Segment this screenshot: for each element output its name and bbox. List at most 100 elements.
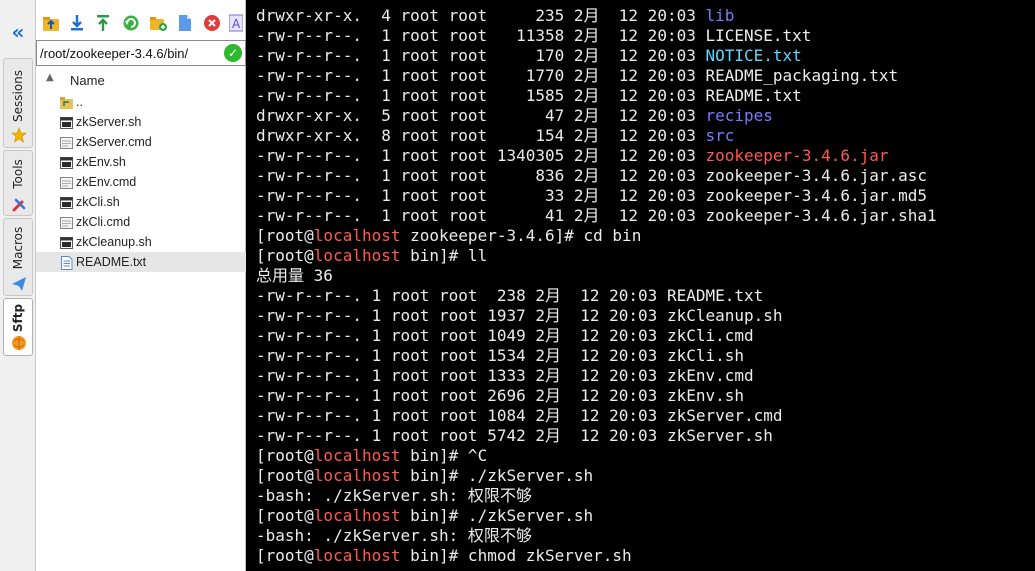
tab-sftp[interactable]: Sftp [3, 298, 33, 356]
terminal-output: drwxr-xr-x. 4 root root 235 2月 12 20:03 … [256, 6, 1031, 566]
terminal-text: -rw-r--r--. 1 root root 1049 2月 12 20:03… [256, 326, 754, 345]
terminal-text: -rw-r--r--. 1 root root 238 2月 12 20:03 … [256, 286, 764, 305]
terminal-text: -rw-r--r--. 1 root root 41 2月 12 20:03 z… [256, 206, 937, 225]
terminal-text: [root@ [256, 466, 314, 485]
terminal-line: -rw-r--r--. 1 root root 11358 2月 12 20:0… [256, 26, 1031, 46]
terminal-text: src [705, 126, 735, 145]
tools-icon [12, 198, 26, 212]
terminal-line: drwxr-xr-x. 4 root root 235 2月 12 20:03 … [256, 6, 1031, 26]
hostname-text: localhost [313, 506, 401, 525]
terminal-line: -rw-r--r--. 1 root root 33 2月 12 20:03 z… [256, 186, 1031, 206]
rename-icon[interactable]: A [229, 14, 243, 32]
terminal-line: [root@localhost bin]# ./zkServer.sh [256, 506, 1031, 526]
hostname-text: localhost [313, 446, 401, 465]
terminal-text: -rw-r--r--. 1 root root 1585 2月 12 20:03… [256, 86, 802, 105]
script-file-icon [60, 195, 73, 209]
terminal-text: 总用量 36 [256, 266, 333, 285]
file-list: .. zkServer.sh zkServer.cmd zkEnv.sh zkEnv.c… [36, 92, 246, 272]
sort-ascending-icon: ▲ [46, 72, 54, 83]
file-row[interactable]: .. [36, 92, 246, 112]
tab-sessions-label: Sessions [11, 69, 25, 123]
terminal-line: -rw-r--r--. 1 root root 1084 2月 12 20:03… [256, 406, 1031, 426]
upload-up-icon[interactable] [94, 14, 112, 32]
file-name: zkEnv.cmd [76, 175, 137, 189]
refresh-icon[interactable] [122, 14, 140, 32]
file-row[interactable]: zkEnv.sh [36, 152, 246, 172]
file-row[interactable]: zkCleanup.sh [36, 232, 246, 252]
terminal-text: zookeeper-3.4.6]# cd bin [400, 226, 642, 245]
terminal-text: bin]# ./zkServer.sh [400, 466, 594, 485]
delete-icon[interactable] [203, 14, 221, 32]
parent-folder-icon [60, 95, 73, 109]
star-icon [11, 127, 27, 143]
sftp-toolbar: A [36, 6, 246, 36]
path-input[interactable] [40, 43, 220, 63]
terminal-line: -rw-r--r--. 1 root root 1770 2月 12 20:03… [256, 66, 1031, 86]
terminal-line: -rw-r--r--. 1 root root 1049 2月 12 20:03… [256, 326, 1031, 346]
file-row[interactable]: zkCli.sh [36, 192, 246, 212]
terminal-line: [root@localhost bin]# ll [256, 246, 1031, 266]
cmd-file-icon [60, 215, 73, 229]
terminal-text: NOTICE.txt [705, 46, 802, 65]
file-row[interactable]: zkServer.sh [36, 112, 246, 132]
terminal-line: -bash: ./zkServer.sh: 权限不够 [256, 486, 1031, 506]
new-folder-icon[interactable] [149, 14, 167, 32]
file-row[interactable]: zkCli.cmd [36, 212, 246, 232]
terminal-text: [root@ [256, 506, 314, 525]
tab-tools[interactable]: Tools [3, 150, 33, 216]
terminal-line: -rw-r--r--. 1 root root 1333 2月 12 20:03… [256, 366, 1031, 386]
script-file-icon [60, 155, 73, 169]
terminal-line: -rw-r--r--. 1 root root 41 2月 12 20:03 z… [256, 206, 1031, 226]
terminal-text: -rw-r--r--. 1 root root 33 2月 12 20:03 z… [256, 186, 928, 205]
terminal-text: -rw-r--r--. 1 root root 1084 2月 12 20:03… [256, 406, 783, 425]
terminal-text: drwxr-xr-x. 4 root root 235 2月 12 20:03 [256, 6, 706, 25]
send-icon [12, 277, 26, 291]
terminal-text: bin]# chmod zkServer.sh [400, 546, 632, 565]
path-go-check-icon[interactable]: ✓ [224, 44, 242, 62]
terminal-line: [root@localhost zookeeper-3.4.6]# cd bin [256, 226, 1031, 246]
terminal-text: -rw-r--r--. 1 root root 2696 2月 12 20:03… [256, 386, 745, 405]
terminal-text: -bash: ./zkServer.sh: 权限不够 [256, 486, 532, 505]
terminal-text: -rw-r--r--. 1 root root 1770 2月 12 20:03… [256, 66, 899, 85]
tab-sessions[interactable]: Sessions [3, 58, 33, 148]
collapse-panel-button[interactable]: « [6, 22, 30, 44]
terminal-text: -rw-r--r--. 1 root root 836 2月 12 20:03 … [256, 166, 928, 185]
terminal-line: [root@localhost bin]# chmod zkServer.sh [256, 546, 1031, 566]
terminal-text: -rw-r--r--. 1 root root 11358 2月 12 20:0… [256, 26, 812, 45]
tab-macros[interactable]: Macros [3, 218, 33, 296]
file-name: zkCli.cmd [76, 215, 131, 229]
script-file-icon [60, 115, 73, 129]
hostname-text: localhost [313, 546, 401, 565]
terminal-line: 总用量 36 [256, 266, 1031, 286]
download-icon[interactable] [68, 14, 86, 32]
terminal-line: drwxr-xr-x. 5 root root 47 2月 12 20:03 r… [256, 106, 1031, 126]
file-name: .. [76, 95, 83, 109]
terminal-text: [root@ [256, 246, 314, 265]
terminal-text: recipes [705, 106, 773, 125]
terminal-line: [root@localhost bin]# ./zkServer.sh [256, 466, 1031, 486]
terminal-text: drwxr-xr-x. 8 root root 154 2月 12 20:03 [256, 126, 706, 145]
column-header-name[interactable]: Name [70, 73, 105, 88]
terminal-line: -rw-r--r--. 1 root root 238 2月 12 20:03 … [256, 286, 1031, 306]
terminal-text: -rw-r--r--. 1 root root 170 2月 12 20:03 [256, 46, 706, 65]
tab-tools-label: Tools [11, 159, 25, 189]
terminal-line: -rw-r--r--. 1 root root 1534 2月 12 20:03… [256, 346, 1031, 366]
terminal-text: zookeeper-3.4.6.jar [705, 146, 889, 165]
new-file-icon[interactable] [176, 14, 194, 32]
terminal-text: -rw-r--r--. 1 root root 1937 2月 12 20:03… [256, 306, 783, 325]
terminal-window[interactable]: drwxr-xr-x. 4 root root 235 2月 12 20:03 … [246, 0, 1035, 571]
terminal-line: -rw-r--r--. 1 root root 836 2月 12 20:03 … [256, 166, 1031, 186]
terminal-line: -rw-r--r--. 1 root root 2696 2月 12 20:03… [256, 386, 1031, 406]
upload-icon[interactable] [42, 14, 60, 32]
file-name: zkCleanup.sh [76, 235, 152, 249]
terminal-text: lib [705, 6, 735, 25]
terminal-text: bin]# ./zkServer.sh [400, 506, 594, 525]
file-row[interactable]: zkEnv.cmd [36, 172, 246, 192]
file-row[interactable]: zkServer.cmd [36, 132, 246, 152]
terminal-text: -rw-r--r--. 1 root root 5742 2月 12 20:03… [256, 426, 773, 445]
file-row[interactable]: README.txt [36, 252, 246, 272]
hostname-text: localhost [313, 226, 401, 245]
terminal-text: bin]# ll [400, 246, 488, 265]
file-name: README.txt [76, 255, 147, 269]
terminal-text: -rw-r--r--. 1 root root 1333 2月 12 20:03… [256, 366, 754, 385]
